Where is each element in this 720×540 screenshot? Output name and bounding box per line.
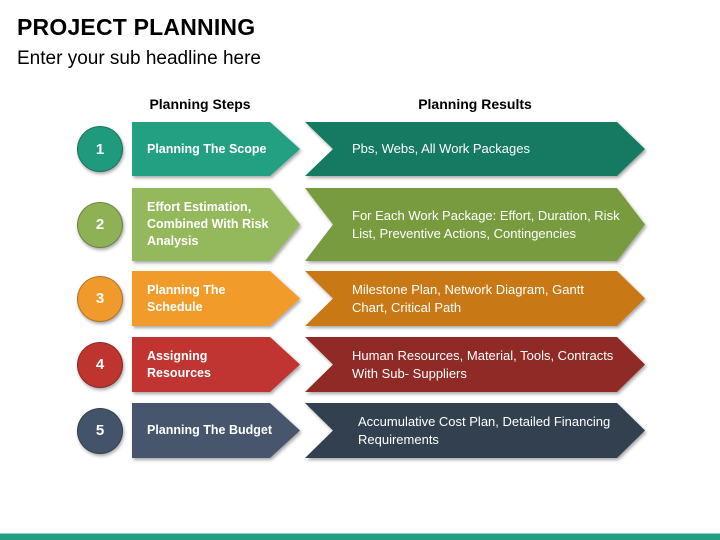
page-title: PROJECT PLANNING bbox=[17, 14, 256, 40]
result-label: Accumulative Cost Plan, Detailed Financi… bbox=[358, 403, 628, 458]
planning-row: 4 Assigning Resources Human Resources, Mat… bbox=[0, 337, 720, 392]
column-header-results: Planning Results bbox=[418, 96, 532, 112]
step-label: Planning The Budget bbox=[147, 403, 272, 458]
result-label-text: Milestone Plan, Network Diagram, Gantt C… bbox=[352, 281, 584, 315]
result-label-text: Accumulative Cost Plan, Detailed Financi… bbox=[358, 413, 611, 447]
result-label-text: Pbs, Webs, All Work Packages bbox=[352, 141, 530, 156]
step-label-text: Assigning Resources bbox=[147, 348, 211, 380]
page-subtitle: Enter your sub headline here bbox=[17, 48, 261, 69]
step-label: Assigning Resources bbox=[147, 337, 272, 392]
step-label-text: Planning The Scope bbox=[147, 141, 267, 156]
step-label: Planning The Schedule bbox=[147, 271, 272, 326]
result-label: Milestone Plan, Network Diagram, Gantt C… bbox=[352, 271, 622, 326]
result-label: Human Resources, Material, Tools, Contra… bbox=[352, 337, 622, 392]
footer-accent-bar bbox=[0, 533, 720, 540]
result-label-text: Human Resources, Material, Tools, Contra… bbox=[352, 347, 614, 381]
step-label: Effort Estimation, Combined With Risk An… bbox=[147, 188, 272, 261]
step-label-text: Planning The Budget bbox=[147, 423, 272, 437]
planning-row: 3 Planning The Schedule Milestone Plan, Ne… bbox=[0, 271, 720, 326]
step-label-text: Planning The Schedule bbox=[147, 282, 226, 314]
step-label: Planning The Scope bbox=[147, 122, 272, 176]
result-label: For Each Work Package: Effort, Duration,… bbox=[352, 188, 622, 261]
result-label: Pbs, Webs, All Work Packages bbox=[352, 122, 622, 176]
step-label-text: Effort Estimation, Combined With Risk An… bbox=[147, 200, 269, 248]
planning-row: 5 Planning The Budget Accumulative Cost Pl… bbox=[0, 403, 720, 458]
planning-row: 2 Effort Estimation, Combined With Risk A… bbox=[0, 188, 720, 261]
result-label-text: For Each Work Package: Effort, Duration,… bbox=[352, 207, 620, 241]
column-header-steps: Planning Steps bbox=[149, 96, 251, 112]
planning-row: 1 Planning The Scope Pbs, Webs, All Work P… bbox=[0, 122, 720, 176]
